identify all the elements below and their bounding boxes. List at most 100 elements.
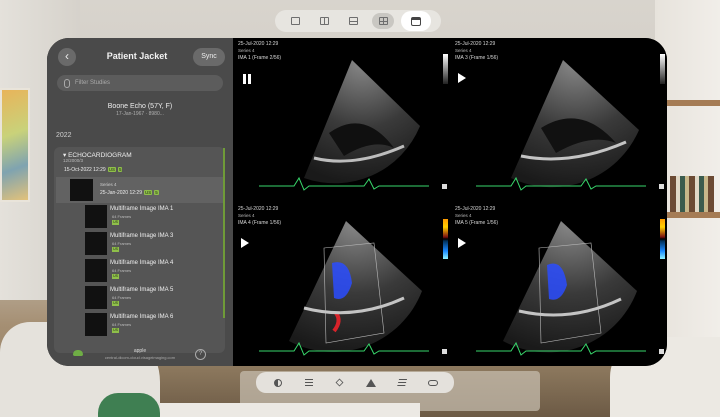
play-icon[interactable] [241,238,249,248]
ultrasound-image [259,60,429,191]
image-tag: US [112,274,119,279]
modality-tag: US [107,167,116,172]
viewport-series: Series 4 [455,213,472,218]
3d-button[interactable] [334,377,346,389]
patient-info: Boone Echo (57Y, F) 17-Jan-1967 · 8980..… [47,103,233,117]
shelf [664,212,720,218]
series-row[interactable]: Series 4 25-Jan-2020 12:29 US 5 [56,177,225,203]
viewport-date: 25-Jul-2020 12:29 [238,41,279,47]
image-thumbnail [85,286,107,309]
viewport-4[interactable]: 25-Jul-2020 12:29 Series 4 IMA 5 (Frame … [451,203,667,366]
viewer-window: ‹ Patient Jacket Sync Filter Studies Boo… [47,38,667,366]
scrollbar[interactable] [223,148,225,318]
year-heading: 2022 [56,132,72,139]
single-layout-icon [291,17,301,25]
calendar-button[interactable] [401,11,432,31]
ultrasound-image [476,60,646,191]
patient-jacket-sidebar: ‹ Patient Jacket Sync Filter Studies Boo… [47,38,233,366]
calendar-icon [411,16,422,26]
image-frames: 64 Frames [112,241,132,246]
viewport-image-info: IMA 1 (Frame 2/56) [238,55,282,61]
image-frames: 64 Frames [112,214,132,219]
viewport-date: 25-Jul-2020 12:29 [455,41,496,47]
contrast-button[interactable] [272,377,284,389]
measure-button[interactable] [365,377,377,389]
image-list-item[interactable]: Multiframe Image IMA 5 64 Frames US [75,285,225,311]
viewport-marker [659,349,664,354]
image-name: Multiframe Image IMA 5 [110,287,174,293]
measure-icon [365,378,376,387]
doppler-color-scale [660,219,665,259]
image-list-item[interactable]: Multiframe Image IMA 4 64 Frames US [75,258,225,284]
viewport-date: 25-Jul-2020 12:29 [238,206,279,212]
study-date: 15-Oct-2022 12:29 US 5 [64,167,123,173]
count-tag: 5 [117,167,123,172]
contrast-icon [273,378,282,387]
filter-studies-search[interactable]: Filter Studies [57,75,223,91]
image-tag: US [112,220,119,225]
image-thumbnail [85,205,107,228]
chevron-left-icon: ‹ [65,49,69,63]
horizontal-split-layout-button[interactable] [343,13,365,29]
grayscale-bar [660,54,665,84]
help-icon[interactable]: ? [195,349,206,360]
bookshelf-books [670,176,714,212]
count-tag: 5 [154,190,159,195]
series-name: Series 4 [100,182,117,187]
viewport-marker [442,184,447,189]
image-frames: 64 Frames [112,322,132,327]
list-button[interactable] [303,377,315,389]
vr-button[interactable] [427,377,439,389]
viewport-image-info: IMA 5 (Frame 1/56) [455,220,499,226]
viewport-series: Series 4 [455,48,472,53]
patient-dob: 17-Jan-1967 · 8980... [116,111,164,117]
layout-toolbar [275,10,441,32]
play-icon[interactable] [458,238,466,248]
study-subtitle: 12/2000/3 [63,158,84,163]
patient-name: Boone Echo (57Y, F) [107,103,173,110]
image-name: Multiframe Image IMA 6 [110,314,174,320]
back-button[interactable]: ‹ [58,48,76,66]
tools-toolbar [256,372,454,393]
image-list-item[interactable]: Multiframe Image IMA 6 64 Frames US [75,312,225,338]
image-tag: US [112,247,119,252]
table [160,403,420,417]
sync-button[interactable]: Sync [193,48,225,66]
list-icon [304,379,313,386]
image-name: Multiframe Image IMA 1 [110,206,174,212]
viewport-image-info: IMA 3 (Frame 1/56) [455,55,499,61]
image-list-item[interactable]: Multiframe Image IMA 3 64 Frames US [75,231,225,257]
viewport-1[interactable]: 25-Jul-2020 12:29 Series 4 IMA 1 (Frame … [234,38,450,201]
viewport-series: Series 4 [238,213,255,218]
doppler-ultrasound-image [259,221,429,356]
horizontal-split-icon [349,17,359,25]
layers-icon [396,378,407,387]
image-frames: 64 Frames [112,295,132,300]
image-frames: 64 Frames [112,268,132,273]
image-name: Multiframe Image IMA 4 [110,260,174,266]
image-name: Multiframe Image IMA 3 [110,233,174,239]
microphone-icon [64,78,70,88]
doppler-color-scale [443,219,448,259]
split-layout-icon [320,17,330,25]
image-tag: US [112,328,119,333]
viewport-2[interactable]: 25-Jul-2020 12:29 Series 4 IMA 3 (Frame … [451,38,667,201]
image-list-item[interactable]: Multiframe Image IMA 1 64 Frames US [75,204,225,230]
image-tag: US [112,301,119,306]
viewport-image-info: IMA 4 (Frame 1/56) [238,220,282,226]
pause-icon[interactable] [241,73,253,85]
grid-layout-button[interactable] [372,13,395,29]
study-card[interactable]: ▾ ECHOCARDIOGRAM 12/2000/3 15-Oct-2022 1… [54,147,225,353]
play-icon[interactable] [458,73,466,83]
sidebar-footer: apple central-dicom-cloud.visageimaging.… [47,344,233,366]
grayscale-bar [443,54,448,84]
sidebar-title: Patient Jacket [106,51,168,61]
split-layout-button[interactable] [314,13,336,29]
image-thumbnail [85,259,107,282]
single-layout-button[interactable] [285,13,307,29]
viewport-3[interactable]: 25-Jul-2020 12:29 Series 4 IMA 4 (Frame … [234,203,450,366]
search-placeholder: Filter Studies [75,80,111,86]
layers-button[interactable] [396,377,408,389]
image-thumbnail [85,232,107,255]
viewport-marker [659,184,664,189]
